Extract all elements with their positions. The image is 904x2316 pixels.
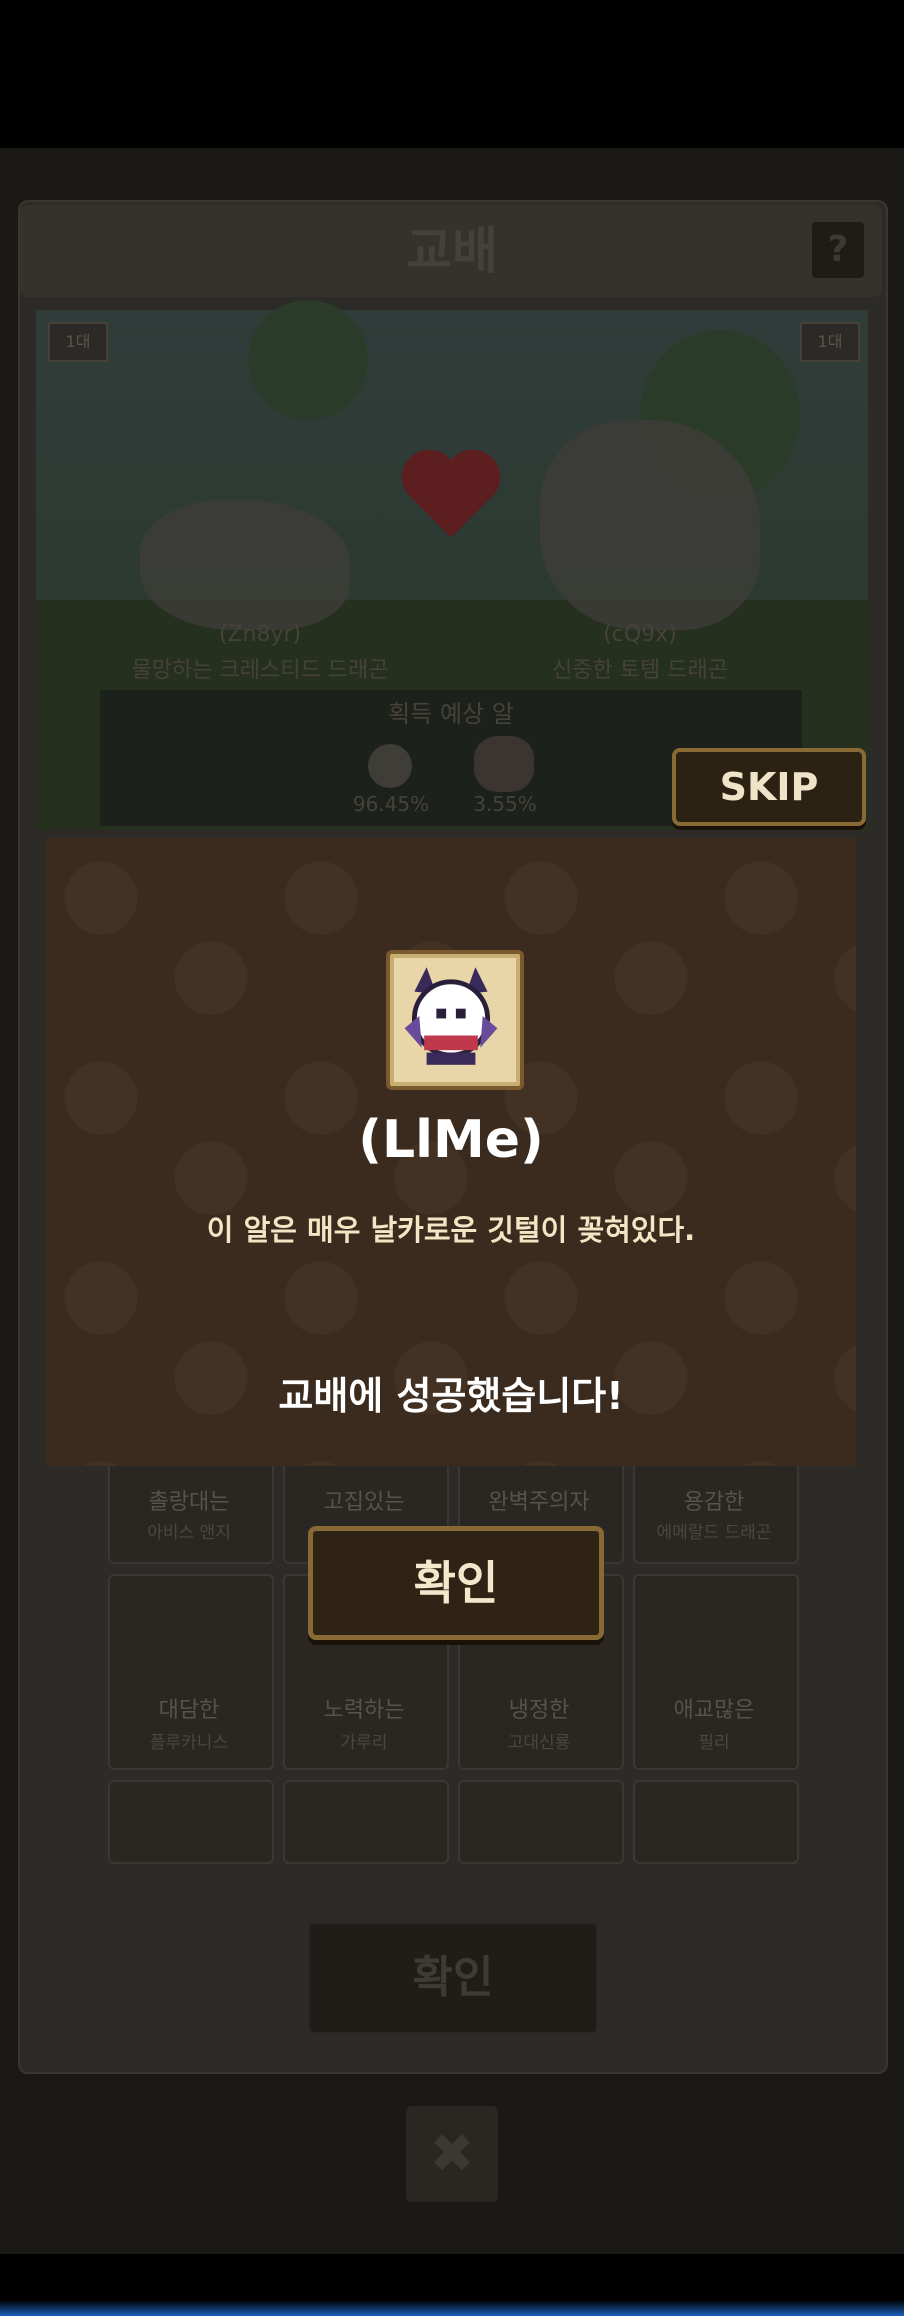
- result-egg-name: (LlMe): [358, 1110, 544, 1170]
- help-button[interactable]: ?: [812, 222, 864, 278]
- grid-card[interactable]: [108, 1780, 274, 1864]
- expected-eggs-label: 획득 예상 알: [388, 700, 514, 728]
- grid-card-title: 냉정한: [508, 1698, 570, 1723]
- page-title: 교배: [406, 222, 498, 280]
- left-parent-name: 물망하는 크레스티드 드래곤: [131, 658, 389, 683]
- grid-card-title: 용감한: [683, 1490, 745, 1515]
- grid-card[interactable]: [283, 1780, 449, 1864]
- grid-card-subtitle: 가루리: [340, 1733, 388, 1753]
- grid-card-subtitle: 아비스 앤지: [147, 1523, 231, 1543]
- result-description: 이 알은 매우 날카로운 깃털이 꽂혀있다.: [206, 1213, 696, 1247]
- left-parent-dragon: [140, 500, 350, 630]
- bottom-glow: [0, 2300, 904, 2316]
- tree-left: [248, 300, 368, 420]
- grid-card[interactable]: [458, 1780, 624, 1864]
- right-parent-dragon: [540, 420, 760, 630]
- confirm-button[interactable]: 확인: [308, 1526, 604, 1640]
- heart-icon: [401, 449, 501, 538]
- left-parent-code: (Zn8yr): [218, 622, 302, 647]
- grid-card-subtitle: 필리: [698, 1733, 730, 1753]
- egg-creature-icon: [404, 967, 498, 1065]
- result-message: 교배에 성공했습니다!: [278, 1374, 624, 1418]
- egg-frame: [386, 950, 524, 1090]
- egg-chance-1: 96.45%: [352, 792, 430, 816]
- right-parent-code: (cQ9x): [603, 622, 677, 647]
- grid-card-subtitle: 플루카니스: [149, 1733, 229, 1753]
- bottom-confirm-button[interactable]: 확인: [308, 1922, 598, 2034]
- grid-card-title: 애교많은: [673, 1698, 755, 1723]
- grid-card-title: 노력하는: [323, 1698, 405, 1723]
- skip-button[interactable]: SKIP: [672, 748, 866, 826]
- egg-option-icon: [368, 744, 412, 788]
- egg-option-icon: [474, 736, 534, 792]
- right-parent-name: 신중한 토템 드래곤: [552, 658, 728, 683]
- grid-card-title: 완벽주의자: [488, 1490, 590, 1515]
- grid-card-subtitle: 에메랄드 드래곤: [656, 1523, 772, 1543]
- grid-card-title: 대담한: [158, 1698, 220, 1723]
- egg-chance-2: 3.55%: [473, 792, 537, 816]
- grid-card[interactable]: [633, 1780, 799, 1864]
- right-tag-badge: 1대: [800, 322, 860, 362]
- grid-card-subtitle: 고대신룡: [507, 1733, 571, 1753]
- left-tag-badge: 1대: [48, 322, 108, 362]
- close-icon[interactable]: ✖: [406, 2106, 498, 2202]
- grid-card-title: 고집있는: [323, 1490, 405, 1515]
- grid-card-title: 촐랑대는: [148, 1490, 230, 1515]
